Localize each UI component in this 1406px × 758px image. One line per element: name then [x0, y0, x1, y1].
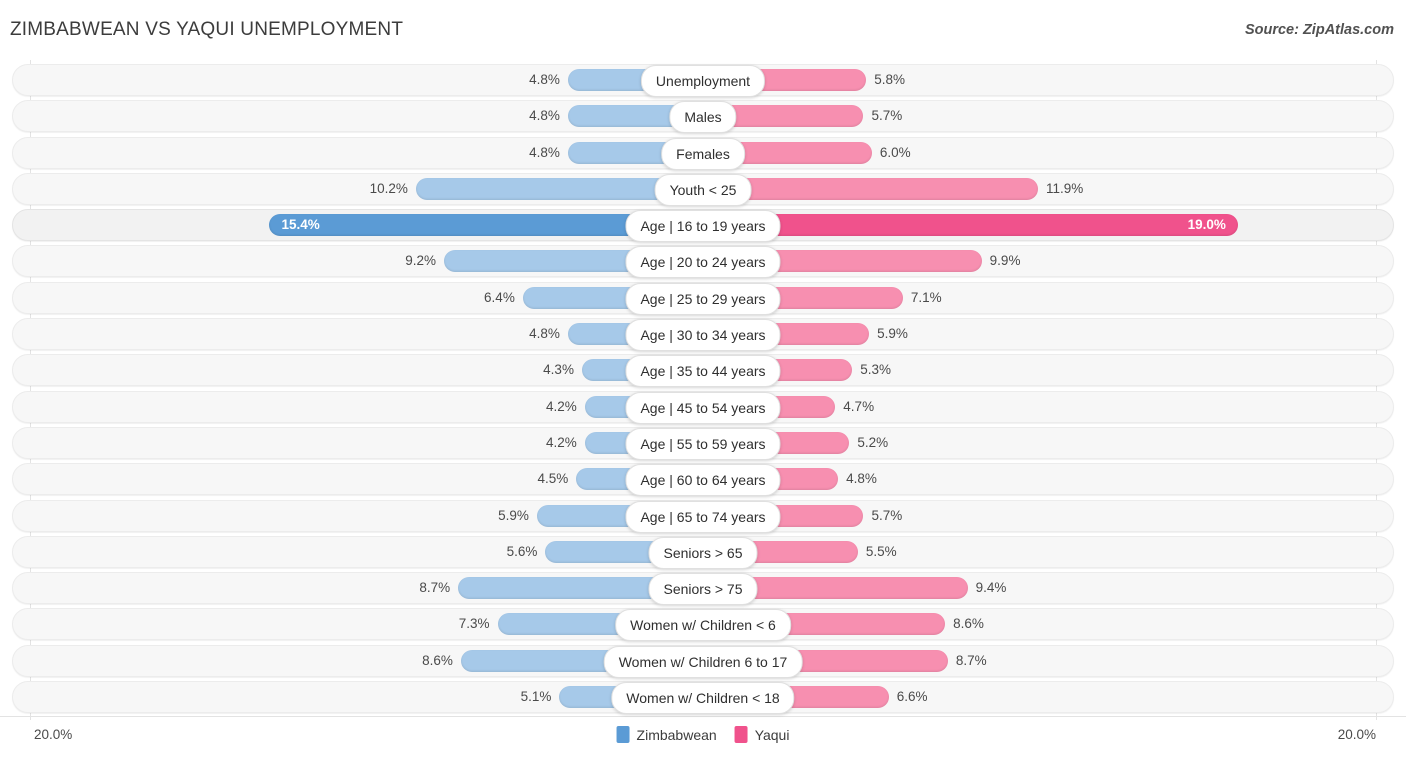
value-label-yaqui: 4.7% — [843, 398, 875, 414]
category-label-pill[interactable]: Women w/ Children 6 to 17 — [603, 645, 803, 678]
value-label-zimbabwean: 7.3% — [458, 616, 490, 632]
page-title: ZIMBABWEAN VS YAQUI UNEMPLOYMENT — [10, 19, 404, 40]
legend-swatch-icon — [734, 726, 748, 743]
table-row[interactable]: 5.9% 5.7% Age | 65 to 74 years — [0, 499, 1406, 533]
value-label-zimbabwean: 9.2% — [405, 253, 437, 269]
bar-rows-container: 4.8% 5.8% Unemployment 4.8% 5.7% Males 4.8% 6.0… — [0, 64, 1406, 717]
value-label-zimbabwean: 4.8% — [529, 326, 560, 342]
table-row[interactable]: 4.8% 5.7% Males — [0, 100, 1406, 134]
value-label-yaqui: 5.3% — [860, 362, 891, 378]
value-label-yaqui: 5.8% — [874, 72, 906, 87]
table-row[interactable]: 4.8% 5.9% Age | 30 to 34 years — [0, 318, 1406, 352]
value-label-zimbabwean: 10.2% — [369, 180, 408, 196]
value-label-yaqui: 4.8% — [846, 471, 877, 487]
chart-header: ZIMBABWEAN VS YAQUI UNEMPLOYMENT Source:… — [0, 0, 1406, 60]
table-row[interactable]: 4.8% 5.8% Unemployment — [0, 64, 1406, 97]
value-label-zimbabwean: 6.4% — [484, 289, 515, 305]
category-label-pill[interactable]: Women w/ Children < 6 — [615, 609, 791, 642]
value-label-yaqui: 19.0% — [1187, 217, 1226, 233]
legend-item[interactable]: Zimbabwean — [616, 726, 717, 743]
value-label-zimbabwean: 4.2% — [545, 434, 577, 450]
bar-yaqui — [703, 177, 1038, 200]
category-label-pill[interactable]: Unemployment — [640, 65, 766, 97]
legend-label: Zimbabwean — [636, 726, 717, 743]
table-row[interactable]: 4.2% 5.2% Age | 55 to 59 years — [0, 426, 1406, 460]
legend-label: Yaqui — [754, 726, 790, 743]
table-row[interactable]: 5.6% 5.5% Seniors > 65 — [0, 535, 1406, 569]
table-row[interactable]: 10.2% 11.9% Youth < 25 — [0, 172, 1406, 206]
chart-plot-area: 4.8% 5.8% Unemployment 4.8% 5.7% Males 4.8% 6.0… — [0, 60, 1406, 720]
value-label-zimbabwean: 4.8% — [529, 108, 560, 124]
value-label-zimbabwean: 4.5% — [537, 471, 569, 487]
value-label-zimbabwean: 4.8% — [529, 72, 560, 87]
category-label-pill[interactable]: Seniors > 75 — [648, 573, 758, 606]
value-label-yaqui: 6.0% — [879, 144, 911, 160]
value-label-yaqui: 6.6% — [896, 689, 928, 705]
table-row[interactable]: 4.3% 5.3% Age | 35 to 44 years — [0, 354, 1406, 388]
value-label-zimbabwean: 15.4% — [281, 217, 320, 233]
category-label-pill[interactable]: Age | 35 to 44 years — [625, 355, 781, 388]
table-row[interactable]: 7.3% 8.6% Women w/ Children < 6 — [0, 608, 1406, 642]
value-label-yaqui: 11.9% — [1045, 180, 1084, 196]
chart-legend: Zimbabwean Yaqui — [616, 726, 790, 743]
axis-label-left: 20.0% — [34, 727, 73, 742]
category-label-pill[interactable]: Age | 25 to 29 years — [625, 282, 781, 315]
table-row[interactable]: 4.5% 4.8% Age | 60 to 64 years — [0, 463, 1406, 497]
category-label-pill[interactable]: Seniors > 65 — [648, 536, 758, 569]
value-label-yaqui: 5.9% — [877, 326, 908, 342]
category-label-pill[interactable]: Females — [661, 137, 745, 170]
value-label-yaqui: 5.7% — [871, 507, 903, 523]
value-label-zimbabwean: 4.3% — [543, 362, 574, 378]
value-label-yaqui: 8.6% — [953, 616, 984, 632]
category-label-pill[interactable]: Age | 20 to 24 years — [625, 246, 781, 279]
value-label-yaqui: 8.7% — [955, 652, 987, 668]
value-label-zimbabwean: 8.6% — [422, 652, 453, 668]
table-row[interactable]: 5.1% 6.6% Women w/ Children < 18 — [0, 681, 1406, 715]
value-label-yaqui: 9.4% — [975, 580, 1007, 596]
value-label-yaqui: 9.9% — [989, 253, 1021, 269]
category-label-pill[interactable]: Age | 30 to 34 years — [625, 319, 781, 352]
table-row[interactable]: 8.6% 8.7% Women w/ Children 6 to 17 — [0, 644, 1406, 678]
value-label-zimbabwean: 8.7% — [419, 580, 451, 596]
value-label-yaqui: 5.5% — [865, 543, 897, 559]
legend-item[interactable]: Yaqui — [734, 726, 790, 743]
value-label-zimbabwean: 5.9% — [498, 507, 529, 523]
value-label-zimbabwean: 5.6% — [506, 543, 538, 559]
category-label-pill[interactable]: Age | 55 to 59 years — [625, 427, 781, 460]
value-label-yaqui: 5.7% — [871, 108, 903, 124]
value-label-zimbabwean: 5.1% — [520, 689, 552, 705]
value-label-yaqui: 5.2% — [857, 434, 889, 450]
table-row[interactable]: 4.8% 6.0% Females — [0, 136, 1406, 170]
table-row[interactable]: 15.4% 19.0% Age | 16 to 19 years — [0, 209, 1406, 243]
axis-label-right: 20.0% — [1337, 727, 1376, 742]
table-row[interactable]: 9.2% 9.9% Age | 20 to 24 years — [0, 245, 1406, 279]
category-label-pill[interactable]: Age | 16 to 19 years — [625, 210, 781, 243]
chart-footer: 20.0% 20.0% Zimbabwean Yaqui — [0, 716, 1406, 758]
source-attribution: Source: ZipAtlas.com — [1244, 22, 1394, 38]
category-label-pill[interactable]: Age | 60 to 64 years — [625, 464, 781, 497]
value-label-zimbabwean: 4.2% — [545, 398, 577, 414]
category-label-pill[interactable]: Males — [669, 101, 737, 134]
category-label-pill[interactable]: Age | 45 to 54 years — [625, 391, 781, 424]
table-row[interactable]: 4.2% 4.7% Age | 45 to 54 years — [0, 390, 1406, 424]
value-label-zimbabwean: 4.8% — [529, 144, 560, 160]
value-label-yaqui: 7.1% — [910, 289, 942, 305]
category-label-pill[interactable]: Age | 65 to 74 years — [625, 500, 781, 533]
table-row[interactable]: 8.7% 9.4% Seniors > 75 — [0, 572, 1406, 606]
category-label-pill[interactable]: Youth < 25 — [654, 173, 752, 206]
table-row[interactable]: 6.4% 7.1% Age | 25 to 29 years — [0, 281, 1406, 315]
legend-swatch-icon — [616, 726, 630, 743]
category-label-pill[interactable]: Women w/ Children < 18 — [611, 682, 795, 715]
